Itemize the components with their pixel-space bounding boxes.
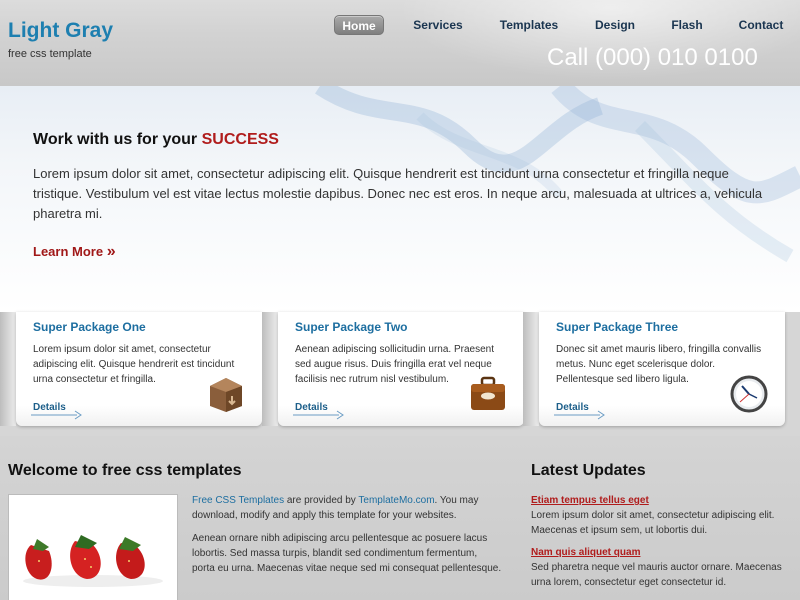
welcome-heading: Welcome to free css templates [8, 462, 242, 479]
learn-more-arrow-icon: » [106, 243, 116, 260]
details-arrow-icon [31, 410, 82, 420]
update-item: Etiam tempus tellus eget Lorem ipsum dol… [531, 493, 791, 538]
clock-icon [730, 375, 768, 413]
updates-heading: Latest Updates [531, 462, 646, 479]
welcome-text: Free CSS Templates are provided by Templ… [192, 493, 502, 576]
hero-heading-prefix: Work with us for your [33, 131, 198, 148]
site-subtitle: free css template [8, 48, 92, 60]
details-arrow-icon [554, 410, 605, 420]
package-title: Super Package One [33, 320, 146, 334]
header: Light Gray free css template [0, 0, 800, 86]
nav-services[interactable]: Services [405, 15, 471, 35]
nav-contact[interactable]: Contact [730, 15, 792, 35]
box-icon [210, 378, 242, 412]
welcome-paragraph: Aenean ornare nibh adipiscing arcu pelle… [192, 533, 502, 574]
package-tab [262, 312, 278, 426]
nav-flash[interactable]: Flash [664, 15, 710, 35]
package-card-two: Super Package Two Aenean adipiscing soll… [278, 312, 524, 426]
templatemo-link[interactable]: TemplateMo.com [358, 495, 434, 506]
hero-heading-accent: SUCCESS [201, 131, 279, 148]
learn-more-link[interactable]: Learn More » [33, 243, 116, 261]
nav-templates[interactable]: Templates [492, 15, 566, 35]
package-tab [0, 312, 16, 426]
details-arrow-icon [293, 410, 344, 420]
package-title: Super Package Three [556, 320, 679, 334]
hero-body: Lorem ipsum dolor sit amet, consectetur … [33, 166, 763, 221]
hero-banner: Work with us for your SUCCESS Lorem ipsu… [0, 86, 800, 312]
hero-heading: Work with us for your SUCCESS [33, 131, 279, 149]
phone-number: Call (000) 010 0100 [547, 44, 758, 71]
package-tab [523, 312, 539, 426]
free-css-templates-link[interactable]: Free CSS Templates [192, 495, 284, 506]
learn-more-label: Learn More [33, 244, 104, 259]
briefcase-icon [471, 376, 505, 410]
update-heading-link[interactable]: Etiam tempus tellus eget [531, 493, 791, 508]
strawberries-illustration [23, 535, 163, 587]
nav-home[interactable]: Home [334, 15, 384, 35]
strawberries-image [8, 494, 178, 600]
package-title: Super Package Two [295, 320, 408, 334]
package-card-three: Super Package Three Donec sit amet mauri… [539, 312, 785, 426]
update-item: Nam quis aliquet quam Sed pharetra neque… [531, 545, 791, 590]
nav-design[interactable]: Design [588, 15, 642, 35]
update-body: Sed pharetra neque vel mauris auctor orn… [531, 562, 782, 588]
package-card-one: Super Package One Lorem ipsum dolor sit … [16, 312, 262, 426]
welcome-text-part: are provided by [284, 495, 359, 506]
update-body: Lorem ipsum dolor sit amet, consectetur … [531, 510, 775, 536]
update-heading-link[interactable]: Nam quis aliquet quam [531, 545, 791, 560]
main-nav: Home Services Templates Design Flash Con… [0, 15, 800, 37]
